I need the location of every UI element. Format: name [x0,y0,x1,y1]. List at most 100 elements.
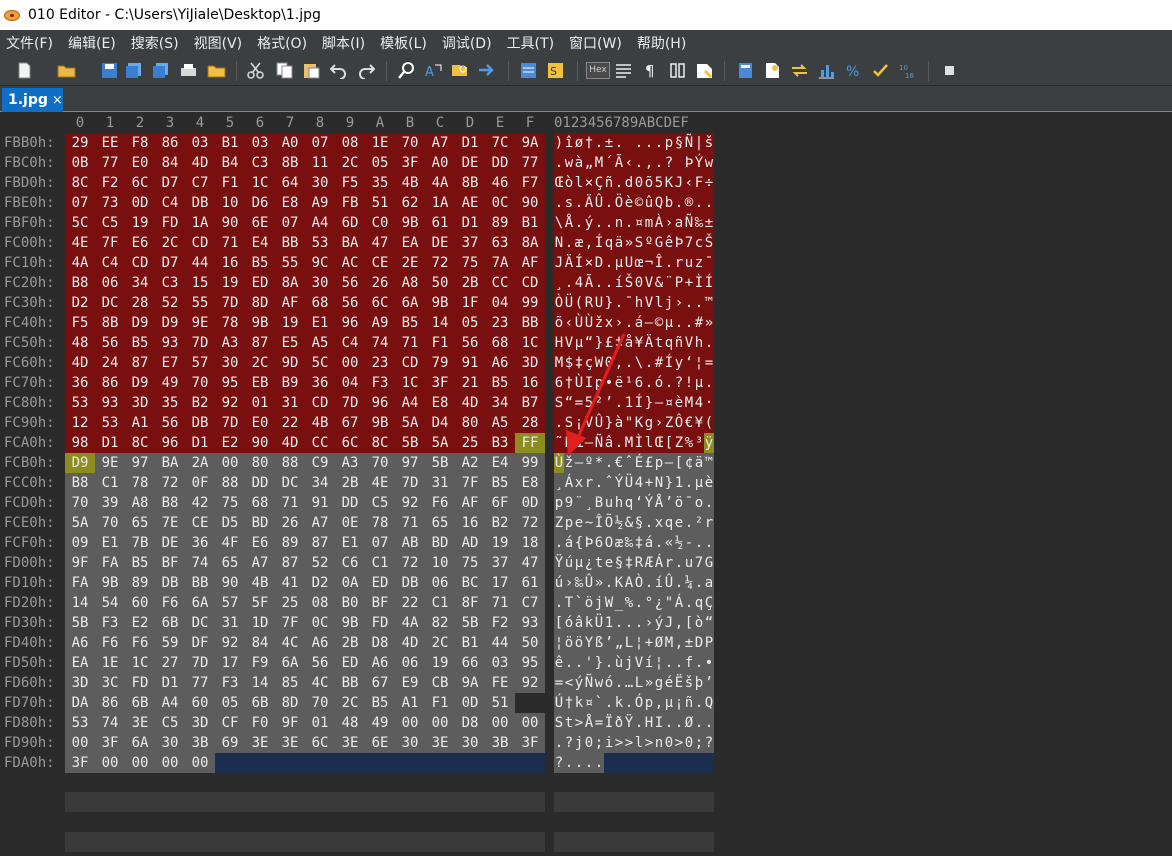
hex-byte[interactable]: 3D [515,353,545,373]
hex-byte[interactable]: B5 [395,313,425,333]
convert-icon[interactable] [791,62,808,79]
hex-byte[interactable]: D8 [365,633,395,653]
hex-byte[interactable]: CB [425,673,455,693]
show-whitespace-icon[interactable]: ¶ [642,62,659,79]
hex-byte[interactable]: 17 [485,573,515,593]
template-icon[interactable] [764,62,781,79]
hex-byte[interactable]: 7F [275,613,305,633]
hex-byte[interactable]: F0 [245,713,275,733]
hex-byte[interactable]: B8 [155,493,185,513]
hex-byte[interactable]: CD [305,393,335,413]
hex-byte[interactable]: 88 [215,473,245,493]
hex-byte[interactable]: 7D [185,653,215,673]
hex-byte[interactable]: C1 [365,553,395,573]
hex-byte[interactable]: 74 [185,553,215,573]
hex-byte[interactable]: 47 [515,553,545,573]
hex-byte[interactable]: 11 [305,153,335,173]
hex-byte[interactable]: 06 [425,573,455,593]
hex-byte[interactable]: 47 [365,233,395,253]
hex-byte[interactable]: 99 [515,453,545,473]
hex-byte[interactable] [485,753,515,773]
hex-byte[interactable]: 4C [275,633,305,653]
hex-byte[interactable]: 04 [485,293,515,313]
compare-icon[interactable] [520,62,537,79]
ascii-text[interactable]: \ Å. ý.. n. ¤ m À › a Ñ ‰ ± [554,213,714,233]
hex-byte[interactable]: 80 [455,413,485,433]
hex-byte[interactable]: C4 [95,253,125,273]
hex-byte[interactable]: 2C [335,153,365,173]
tab-close-icon[interactable]: × [52,93,63,108]
hex-byte[interactable]: E5 [275,333,305,353]
hex-byte[interactable]: 6D [335,213,365,233]
hex-byte[interactable]: 3B [485,733,515,753]
ascii-text[interactable]: . á{Þ 6 Oæ ‰ ‡ á. «½ -.. [554,533,714,553]
hex-byte[interactable]: FE [485,673,515,693]
hex-byte[interactable]: D5 [215,513,245,533]
hex-byte[interactable]: 53 [65,393,95,413]
hex-byte[interactable]: ED [365,573,395,593]
hex-byte[interactable]: 67 [335,413,365,433]
tab-1jpg[interactable]: 1.jpg × [2,88,63,112]
hex-byte[interactable]: 09 [65,533,95,553]
hex-byte[interactable]: 0C [305,613,335,633]
hex-byte[interactable]: A4 [395,393,425,413]
hex-byte[interactable]: 89 [125,573,155,593]
hex-byte[interactable]: 21 [455,373,485,393]
hex-byte[interactable]: 56 [95,333,125,353]
hex-byte[interactable]: CF [215,713,245,733]
hex-byte[interactable]: 8A [275,273,305,293]
hex-byte[interactable]: A2 [455,453,485,473]
hex-byte[interactable]: DC [185,613,215,633]
hex-byte[interactable]: 07 [365,533,395,553]
hex-byte[interactable]: B2 [485,513,515,533]
ascii-text[interactable]: .? j 0; i > > l > n 0 >0;? [554,733,714,753]
hex-byte[interactable]: 5B [65,613,95,633]
save-all-icon[interactable] [152,62,169,79]
hex-byte[interactable] [275,753,305,773]
hex-byte[interactable]: 5B [455,613,485,633]
hex-byte[interactable]: 05 [365,153,395,173]
hex-byte[interactable]: 06 [395,653,425,673]
hex-byte[interactable]: A0 [425,153,455,173]
hex-byte[interactable]: E7 [155,353,185,373]
ascii-text[interactable]: J Ä Í × D. µ Uœ ¬ Î. r u z ¯ [554,253,714,273]
hex-byte[interactable]: C9 [305,453,335,473]
ascii-text[interactable]: 6 † Ù Ip • ë ¹ 6. ó.?! µ. [554,373,714,393]
columns-icon[interactable] [669,62,686,79]
hex-byte[interactable]: A3 [215,333,245,353]
hex-byte[interactable]: 36 [305,373,335,393]
hex-byte[interactable]: 6A [275,653,305,673]
hex-byte[interactable]: 16 [215,253,245,273]
hex-byte[interactable]: 9F [275,713,305,733]
hex-byte[interactable]: D1 [95,433,125,453]
redo-icon[interactable] [358,62,375,79]
hex-byte[interactable]: 0D [455,693,485,713]
hex-byte[interactable]: 4D [65,353,95,373]
hex-byte[interactable]: F3 [365,373,395,393]
hex-byte[interactable]: 9D [275,353,305,373]
hex-byte[interactable]: B8 [65,473,95,493]
hex-byte[interactable]: 72 [515,513,545,533]
hex-byte[interactable]: DE [455,153,485,173]
hex-byte[interactable]: 87 [275,553,305,573]
hex-byte[interactable]: 9B [395,213,425,233]
hex-byte[interactable]: 5B [425,453,455,473]
hex-byte[interactable]: DF [185,633,215,653]
hex-byte[interactable]: 6C [125,173,155,193]
hex-byte[interactable]: 56 [305,653,335,673]
hex-byte[interactable] [305,753,335,773]
hex-byte[interactable]: 3B [185,733,215,753]
hex-byte[interactable]: C0 [365,213,395,233]
hex-byte[interactable]: 66 [455,653,485,673]
hex-byte[interactable]: 44 [185,253,215,273]
hex-byte[interactable]: A5 [485,413,515,433]
hex-byte[interactable]: 3E [245,733,275,753]
hex-byte[interactable]: 22 [395,593,425,613]
hex-byte[interactable]: 3E [425,733,455,753]
ascii-text[interactable]: ˜ Ñ Œ – Ñâ. M Ìl Œ[Z% ³ ÿ [554,433,714,453]
hex-byte[interactable]: 85 [275,673,305,693]
hex-byte[interactable]: 7F [455,473,485,493]
hex-byte[interactable]: A9 [305,193,335,213]
hex-byte[interactable]: 30 [305,273,335,293]
hex-byte[interactable]: C4 [155,193,185,213]
